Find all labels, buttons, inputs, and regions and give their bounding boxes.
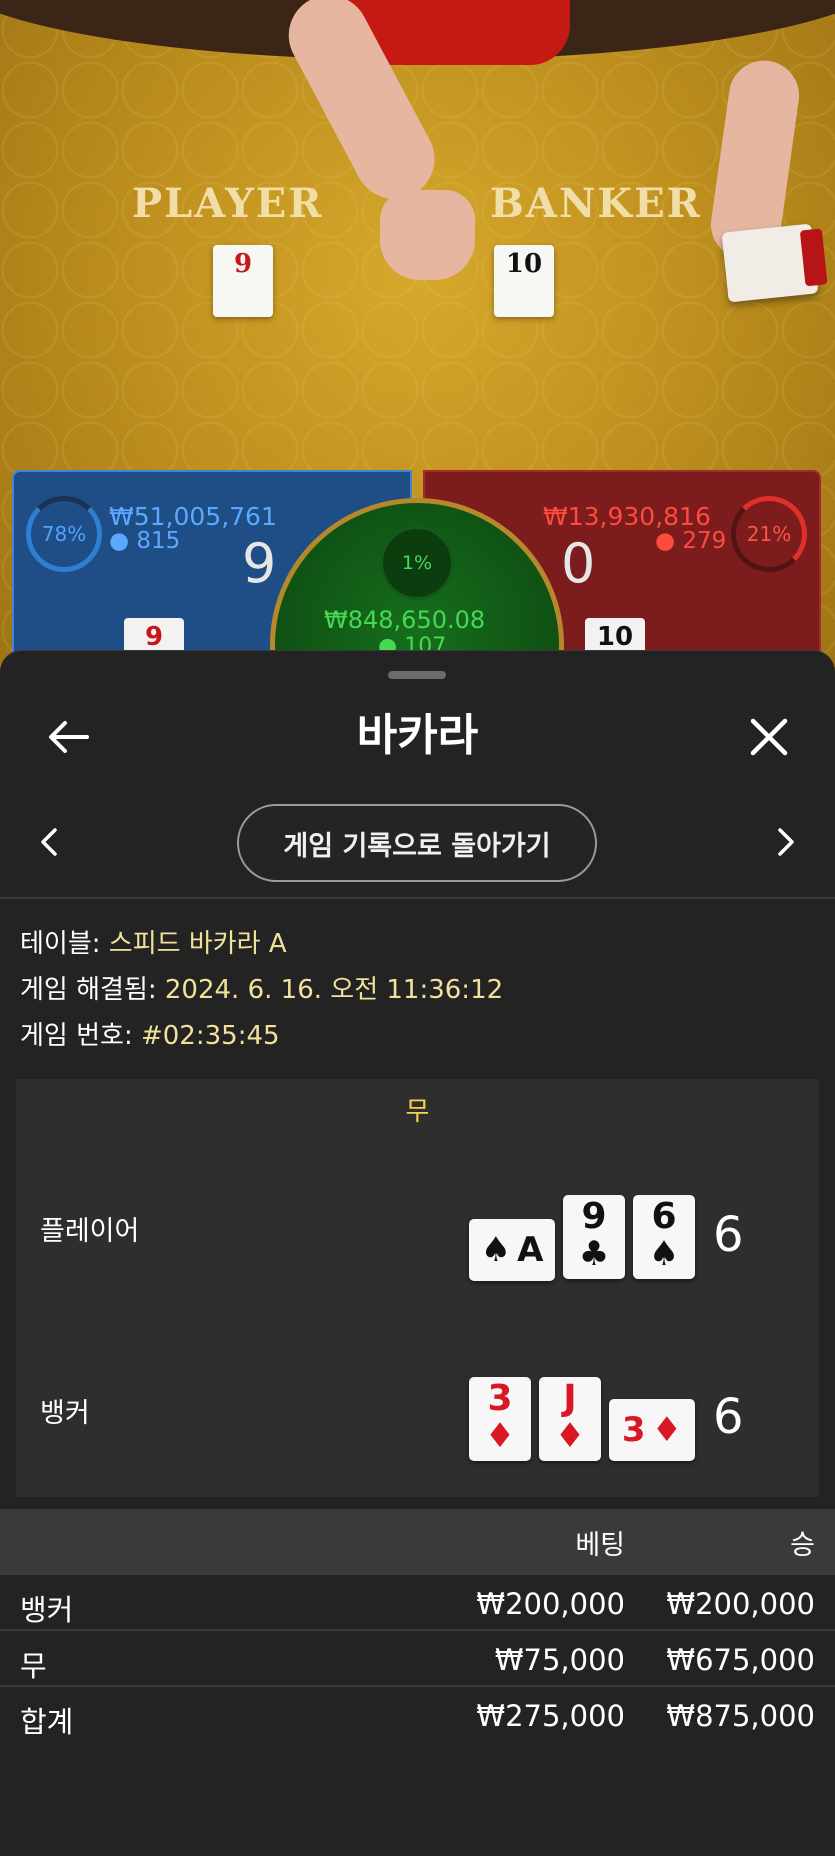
banker-card-3: 3 ♦ — [609, 1399, 695, 1461]
player-count-value: 815 — [136, 528, 181, 554]
tie-total-amount: ₩848,650.08 — [324, 606, 486, 634]
banker-count-value: 279 — [682, 528, 727, 554]
back-to-history-button[interactable]: 게임 기록으로 돌아가기 — [237, 804, 597, 882]
player-percent-ring: 78% — [26, 496, 102, 572]
person-icon: ● — [655, 528, 676, 554]
bet-name: 무 — [20, 1649, 47, 1683]
person-icon: ● — [109, 528, 130, 554]
dealer-hand — [380, 190, 475, 280]
card-suit: ♠ — [648, 1234, 680, 1274]
card-shoe — [721, 223, 819, 303]
player-hand-score: 6 — [713, 1207, 744, 1263]
banker-score: 0 — [561, 532, 596, 595]
banker-card-1: 3 ♦ — [469, 1377, 531, 1461]
banker-percent-ring: 21% — [731, 496, 807, 572]
game-number-label: 게임 번호: — [20, 1021, 133, 1051]
table-row: 뱅커 ₩200,000 ₩200,000 — [0, 1575, 835, 1631]
card-suit: ♠ — [480, 1230, 512, 1270]
tie-percent: 1% — [380, 526, 454, 600]
table-row: 무 ₩75,000 ₩675,000 — [0, 1631, 835, 1687]
close-icon — [750, 718, 788, 756]
divider — [0, 897, 835, 899]
resolved-label: 게임 해결됨: — [20, 975, 157, 1005]
felt-banker-label: BANKER — [490, 180, 702, 227]
card-suit: ♣ — [578, 1234, 610, 1274]
game-number-value: #02:35:45 — [140, 1021, 280, 1051]
table-info: 테이블: 스피드 바카라 A — [20, 923, 287, 960]
next-round-button[interactable] — [761, 817, 811, 867]
player-card-2: 9 ♣ — [563, 1195, 625, 1279]
felt-player-card: 9 — [213, 245, 273, 317]
card-suit: ♦ — [554, 1416, 586, 1456]
round-result: 무 플레이어 ♠ A 9 ♣ 6 ♠ 6 뱅커 3 ♦ J ♦ 3 ♦ 6 — [16, 1079, 819, 1497]
sheet-title: 바카라 — [356, 710, 479, 761]
bet-amount: ₩200,000 — [476, 1587, 625, 1621]
win-amount: ₩200,000 — [666, 1587, 815, 1621]
banker-card-2: J ♦ — [539, 1377, 601, 1461]
total-bet-amount: ₩275,000 — [476, 1699, 625, 1733]
round-outcome: 무 — [405, 1097, 430, 1127]
player-score: 9 — [242, 532, 277, 595]
total-win-amount: ₩875,000 — [666, 1699, 815, 1733]
card-rank: 6 — [651, 1196, 677, 1237]
previous-round-button[interactable] — [24, 817, 74, 867]
close-button[interactable] — [739, 707, 799, 767]
card-rank: 3 — [487, 1378, 513, 1419]
player-card-1: ♠ A — [469, 1219, 555, 1281]
player-hand-label: 플레이어 — [40, 1216, 140, 1247]
total-label: 합계 — [20, 1705, 74, 1739]
game-number-info: 게임 번호: #02:35:45 — [20, 1015, 280, 1052]
bet-column-header: 베팅 — [575, 1530, 625, 1561]
resolved-value: 2024. 6. 16. 오전 11:36:12 — [164, 975, 504, 1005]
bets-table-header: 베팅 승 — [0, 1509, 835, 1575]
resolved-info: 게임 해결됨: 2024. 6. 16. 오전 11:36:12 — [20, 969, 503, 1006]
card-suit: ♦ — [651, 1410, 683, 1450]
table-value: 스피드 바카라 A — [108, 929, 287, 959]
banker-hand-score: 6 — [713, 1389, 744, 1445]
win-column-header: 승 — [790, 1530, 815, 1561]
chevron-left-icon — [41, 828, 57, 856]
sheet-drag-handle[interactable] — [388, 671, 446, 679]
card-rank: A — [517, 1230, 544, 1270]
round-navigation: 게임 기록으로 돌아가기 — [0, 801, 835, 891]
card-rank: 3 — [621, 1410, 646, 1450]
player-total-amount: ₩51,005,761 — [109, 502, 277, 531]
win-amount: ₩675,000 — [666, 1643, 815, 1677]
banker-hand-label: 뱅커 — [40, 1398, 90, 1429]
card-suit: ♦ — [484, 1416, 516, 1456]
game-history-sheet: 바카라 게임 기록으로 돌아가기 테이블: 스피드 바카라 A 게임 해결됨: … — [0, 650, 835, 1856]
player-card-3: 6 ♠ — [633, 1195, 695, 1279]
card-rank: J — [563, 1378, 577, 1419]
player-bettor-count: ● 815 — [109, 528, 180, 554]
bet-amount: ₩75,000 — [494, 1643, 625, 1677]
chevron-right-icon — [778, 828, 794, 856]
felt-banker-card: 10 — [494, 245, 554, 317]
card-rank: 9 — [581, 1196, 607, 1237]
banker-total-amount: ₩13,930,816 — [543, 502, 711, 531]
banker-bettor-count: ● 279 — [655, 528, 726, 554]
table-label: 테이블: — [20, 929, 101, 959]
felt-player-label: PLAYER — [132, 180, 324, 227]
bet-name: 뱅커 — [20, 1593, 74, 1627]
table-row-total: 합계 ₩275,000 ₩875,000 — [0, 1687, 835, 1743]
